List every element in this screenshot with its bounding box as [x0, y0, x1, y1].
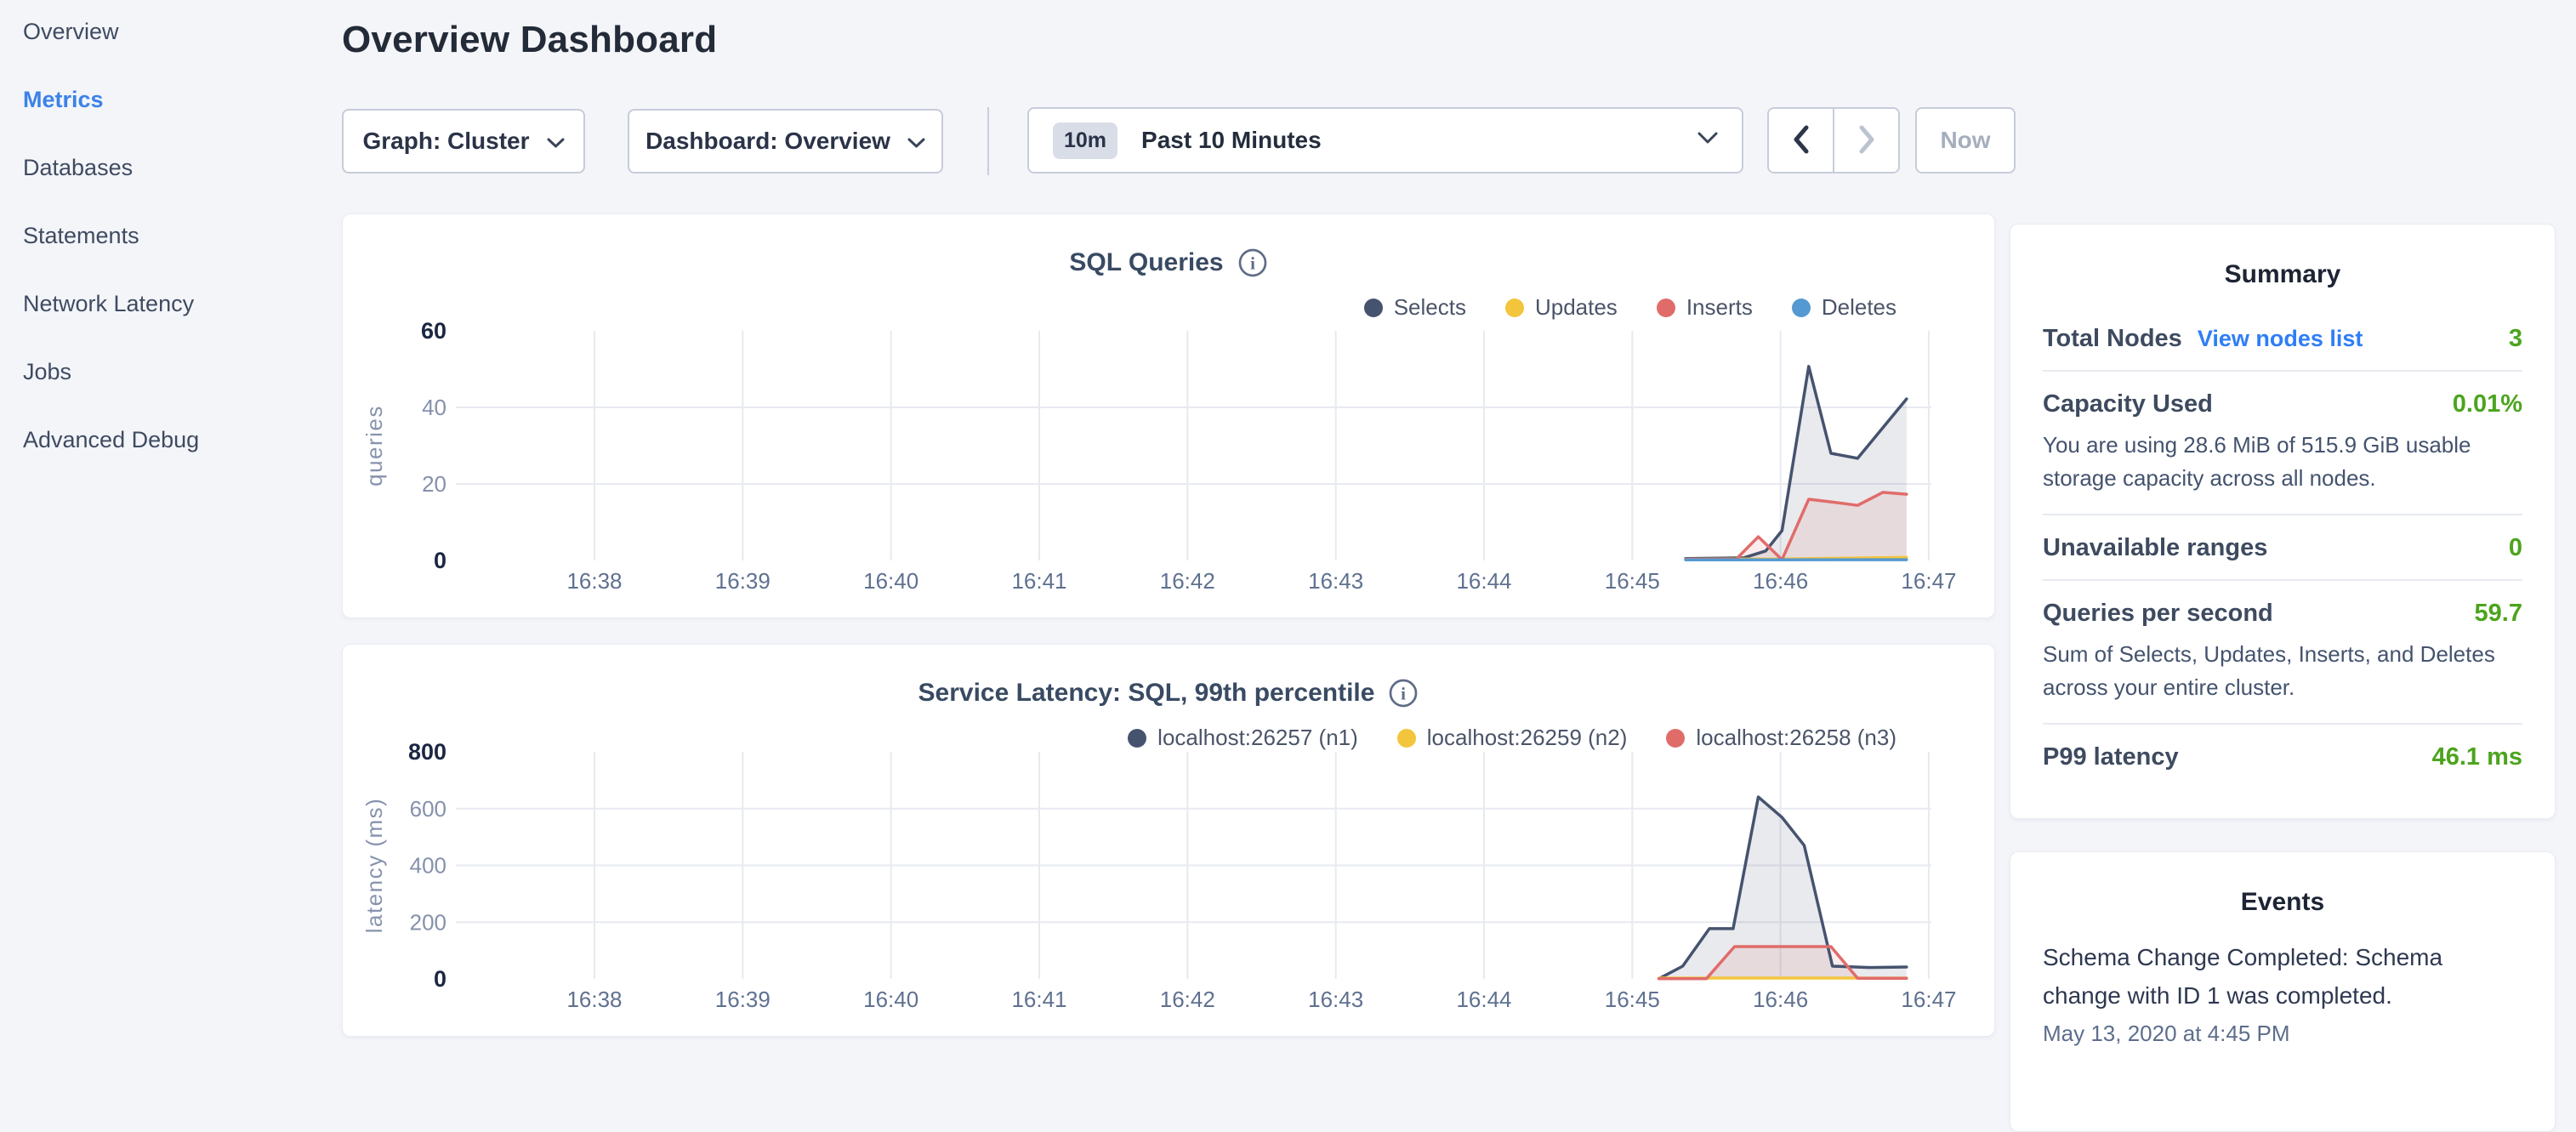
summary-row-description: Sum of Selects, Updates, Inserts, and De… [2043, 638, 2522, 704]
dashboard-dropdown-label: Dashboard: Overview [645, 128, 890, 155]
x-axis-tick-label: 16:38 [566, 568, 622, 594]
time-step-button-group [1767, 107, 1900, 173]
summary-row-label: Unavailable ranges [2043, 534, 2267, 562]
summary-row: Queries per second 59.7 [2043, 581, 2522, 645]
x-axis-tick-label: 16:40 [863, 568, 918, 594]
summary-row-value: 59.7 [2475, 600, 2522, 628]
now-button[interactable]: Now [1915, 107, 2016, 173]
events-title: Events [2043, 888, 2522, 917]
sidebar-item-advanced-debug[interactable]: Advanced Debug [0, 406, 323, 474]
summary-row: Unavailable ranges 0 [2043, 515, 2522, 579]
y-axis-tick-label: 20 [422, 471, 446, 497]
sidebar-item-databases[interactable]: Databases [0, 134, 323, 202]
summary-row: Total Nodes View nodes list 3 [2043, 306, 2522, 370]
x-axis-tick-label: 16:44 [1456, 987, 1511, 1012]
summary-title: Summary [2043, 260, 2522, 289]
dashboard-dropdown[interactable]: Dashboard: Overview [628, 109, 943, 173]
chevron-right-icon [1857, 124, 1876, 157]
sidebar-item-statements[interactable]: Statements [0, 202, 323, 270]
y-axis-label: latency (ms) [361, 798, 387, 934]
sidebar: OverviewMetricsDatabasesStatementsNetwor… [0, 0, 323, 474]
events-panel: Events Schema Change Completed: Schema c… [2010, 851, 2556, 1132]
time-range-label: Past 10 Minutes [1141, 127, 1322, 154]
summary-row-label: P99 latency [2043, 743, 2179, 771]
summary-row: Capacity Used 0.01% [2043, 372, 2522, 435]
summary-row-value: 3 [2509, 325, 2522, 353]
sql-queries-chart-card: SQL Queries i SelectsUpdatesInsertsDelet… [342, 213, 1995, 618]
x-axis-tick-label: 16:41 [1011, 568, 1066, 594]
chevron-left-icon [1792, 124, 1811, 157]
chart-plot: 16:38 16:39 16:40 16:41 16:42 16:43 16:44 16:45… [343, 645, 1996, 1038]
sidebar-item-overview[interactable]: Overview [0, 0, 323, 65]
x-axis-tick-label: 16:47 [1901, 987, 1956, 1012]
time-prev-button[interactable] [1769, 109, 1833, 172]
x-axis-tick-label: 16:38 [566, 987, 622, 1012]
summary-row: P99 latency 46.1 ms [2043, 725, 2522, 788]
events-list: Schema Change Completed: Schema change w… [2043, 939, 2522, 1047]
chevron-down-icon [1697, 132, 1718, 149]
event-timestamp: May 13, 2020 at 4:45 PM [2043, 1021, 2522, 1047]
x-axis-tick-label: 16:40 [863, 987, 918, 1012]
summary-rows: Total Nodes View nodes list 3 Capacity Used… [2043, 306, 2522, 788]
summary-row-label: Queries per second [2043, 600, 2273, 628]
time-range-badge: 10m [1053, 122, 1117, 159]
summary-row-value: 0 [2509, 534, 2522, 562]
summary-row-value: 46.1 ms [2432, 743, 2522, 771]
x-axis-tick-label: 16:44 [1456, 568, 1511, 594]
summary-row-label: Capacity Used [2043, 390, 2213, 418]
y-axis-tick-label: 400 [410, 853, 446, 879]
chevron-down-icon [547, 128, 565, 155]
y-axis-tick-label: 200 [410, 909, 446, 935]
chevron-down-icon [907, 128, 925, 155]
time-next-button[interactable] [1833, 109, 1898, 172]
sidebar-item-metrics[interactable]: Metrics [0, 65, 323, 134]
y-axis-tick-label: 800 [408, 739, 446, 765]
x-axis-tick-label: 16:47 [1901, 568, 1956, 594]
summary-row-description: You are using 28.6 MiB of 515.9 GiB usab… [2043, 429, 2522, 495]
y-axis-tick-label: 0 [434, 966, 446, 992]
x-axis-tick-label: 16:43 [1308, 987, 1363, 1012]
summary-panel: Summary Total Nodes View nodes list 3 Capac… [2010, 224, 2556, 819]
x-axis-tick-label: 16:42 [1160, 568, 1215, 594]
x-axis-tick-label: 16:41 [1011, 987, 1066, 1012]
y-axis-label: queries [361, 405, 387, 486]
x-axis-tick-label: 16:39 [715, 568, 771, 594]
chart-plot: 16:38 16:39 16:40 16:41 16:42 16:43 16:44 16:45… [343, 214, 1996, 619]
y-axis-tick-label: 60 [421, 318, 446, 344]
controls-divider [987, 107, 989, 175]
x-axis-tick-label: 16:46 [1753, 568, 1808, 594]
x-axis-tick-label: 16:46 [1753, 987, 1808, 1012]
x-axis-tick-label: 16:45 [1605, 987, 1660, 1012]
graph-dropdown-label: Graph: Cluster [362, 128, 529, 155]
y-axis-tick-label: 0 [434, 548, 446, 573]
y-axis-tick-label: 40 [422, 395, 446, 420]
page-title: Overview Dashboard [342, 19, 717, 61]
view-nodes-list-link[interactable]: View nodes list [2198, 326, 2363, 352]
sidebar-item-jobs[interactable]: Jobs [0, 338, 323, 406]
y-axis-tick-label: 600 [410, 796, 446, 822]
summary-row-label: Total Nodes [2043, 325, 2182, 353]
event-message: Schema Change Completed: Schema change w… [2043, 939, 2522, 1015]
service-latency-chart-card: Service Latency: SQL, 99th percentile i … [342, 644, 1995, 1037]
x-axis-tick-label: 16:42 [1160, 987, 1215, 1012]
x-axis-tick-label: 16:39 [715, 987, 771, 1012]
time-range-selector[interactable]: 10m Past 10 Minutes [1027, 107, 1743, 173]
summary-row-value: 0.01% [2453, 390, 2522, 418]
graph-dropdown[interactable]: Graph: Cluster [342, 109, 585, 173]
sidebar-item-network-latency[interactable]: Network Latency [0, 270, 323, 338]
x-axis-tick-label: 16:45 [1605, 568, 1660, 594]
x-axis-tick-label: 16:43 [1308, 568, 1363, 594]
